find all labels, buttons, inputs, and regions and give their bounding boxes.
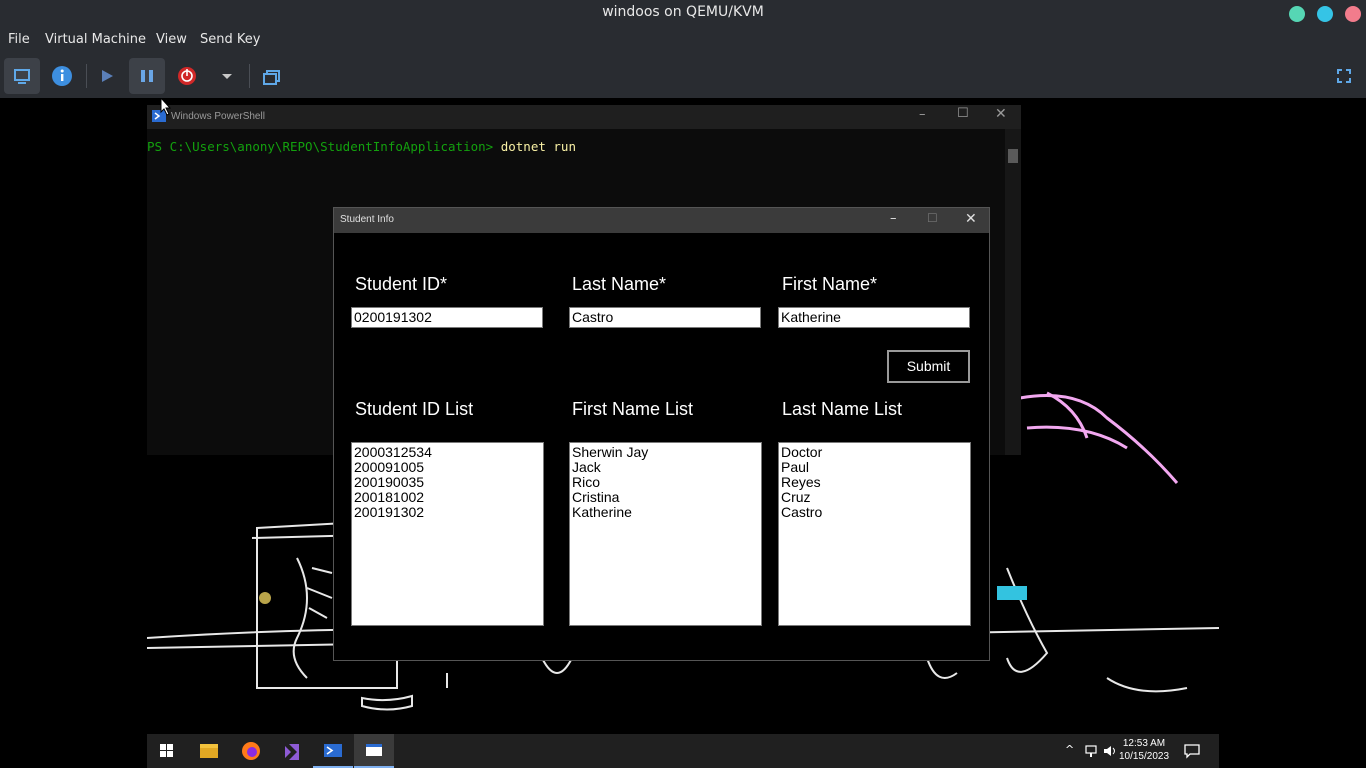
firefox-icon bbox=[242, 742, 260, 760]
menu-virtual-machine[interactable]: Virtual Machine bbox=[45, 32, 146, 47]
powershell-scroll-thumb[interactable] bbox=[1008, 149, 1018, 163]
list-item[interactable]: Rico bbox=[572, 475, 759, 490]
list-item[interactable]: Reyes bbox=[781, 475, 968, 490]
console-button[interactable] bbox=[4, 58, 40, 94]
list-item[interactable]: 200091005 bbox=[354, 460, 541, 475]
visual-studio-taskbar-button[interactable] bbox=[272, 734, 312, 768]
minimize-window-button[interactable] bbox=[1289, 6, 1305, 22]
file-explorer-taskbar-button[interactable] bbox=[189, 734, 229, 768]
student-id-input[interactable]: 0200191302 bbox=[351, 307, 543, 328]
host-menu-bar: File Virtual Machine View Send Key bbox=[0, 26, 1366, 54]
mouse-cursor-icon bbox=[160, 98, 172, 116]
shutdown-menu-chevron-icon bbox=[222, 74, 232, 79]
list-item[interactable]: 200181002 bbox=[354, 490, 541, 505]
list-item[interactable]: Paul bbox=[781, 460, 968, 475]
student-info-window-title: Student Info bbox=[340, 214, 394, 225]
list-item[interactable]: 200190035 bbox=[354, 475, 541, 490]
first-name-input[interactable]: Katherine bbox=[778, 307, 970, 328]
first-name-listbox[interactable]: Sherwin Jay Jack Rico Cristina Katherine bbox=[569, 442, 762, 626]
host-title-bar: windoos on QEMU/KVM bbox=[0, 0, 1366, 26]
taskbar-date: 10/15/2023 bbox=[1118, 751, 1170, 762]
ps-minimize-button[interactable]: – bbox=[919, 107, 926, 122]
action-center-icon[interactable] bbox=[1183, 742, 1201, 760]
host-toolbar bbox=[0, 54, 1366, 98]
si-close-button[interactable]: ✕ bbox=[965, 211, 977, 227]
vm-display[interactable]: Windows PowerShell – ☐ ✕ PS C:\Users\ano… bbox=[0, 98, 1366, 768]
host-window-title: windoos on QEMU/KVM bbox=[602, 4, 764, 20]
fullscreen-button[interactable] bbox=[1326, 58, 1362, 94]
powershell-scrollbar[interactable] bbox=[1005, 129, 1021, 455]
last-name-listbox[interactable]: Doctor Paul Reyes Cruz Castro bbox=[778, 442, 971, 626]
student-id-label: Student ID* bbox=[355, 274, 448, 294]
details-button[interactable] bbox=[44, 58, 80, 94]
snapshots-button[interactable] bbox=[254, 58, 290, 94]
powershell-taskbar-button[interactable] bbox=[313, 734, 353, 768]
powershell-taskbar-icon bbox=[324, 744, 342, 757]
console-icon bbox=[14, 69, 30, 84]
windows-start-icon bbox=[160, 744, 173, 757]
guest-taskbar: ^ 12:53 AM 10/15/2023 bbox=[147, 734, 1219, 768]
student-id-listbox[interactable]: 2000312534 200091005 200190035 200181002… bbox=[351, 442, 544, 626]
student-info-window[interactable]: Student Info – ☐ ✕ Student ID* Last Name… bbox=[333, 207, 990, 661]
menu-view[interactable]: View bbox=[156, 32, 187, 47]
menu-file[interactable]: File bbox=[8, 32, 30, 47]
pause-icon bbox=[141, 70, 153, 82]
taskbar-clock[interactable]: 12:53 AM 10/15/2023 bbox=[1114, 737, 1174, 763]
list-item[interactable]: 2000312534 bbox=[354, 445, 541, 460]
si-minimize-button[interactable]: – bbox=[890, 211, 897, 226]
taskbar-time: 12:53 AM bbox=[1122, 738, 1166, 749]
list-item[interactable]: 200191302 bbox=[354, 505, 541, 520]
powershell-window-title: Windows PowerShell bbox=[171, 111, 265, 122]
visual-studio-icon bbox=[285, 744, 299, 760]
ps-maximize-button[interactable]: ☐ bbox=[957, 106, 969, 121]
powershell-title-bar: Windows PowerShell – ☐ ✕ bbox=[147, 105, 1021, 129]
last-name-list-label: Last Name List bbox=[782, 399, 903, 419]
firefox-taskbar-button[interactable] bbox=[231, 734, 271, 768]
first-name-list-label: First Name List bbox=[572, 399, 694, 419]
powershell-prompt: PS C:\Users\anony\REPO\StudentInfoApplic… bbox=[147, 139, 501, 154]
student-info-title-bar: Student Info – ☐ ✕ bbox=[334, 208, 989, 233]
show-hidden-icons-chevron-icon[interactable]: ^ bbox=[1065, 743, 1074, 756]
powershell-command: dotnet run bbox=[500, 139, 576, 154]
pause-button[interactable] bbox=[129, 58, 165, 94]
toolbar-separator bbox=[86, 64, 87, 88]
student-info-taskbar-button[interactable] bbox=[354, 734, 394, 768]
fullscreen-icon bbox=[1337, 69, 1351, 83]
list-item[interactable]: Katherine bbox=[572, 505, 759, 520]
shutdown-menu-button[interactable] bbox=[209, 58, 245, 94]
network-icon[interactable] bbox=[1083, 743, 1099, 759]
first-name-label: First Name* bbox=[782, 274, 878, 294]
list-item[interactable]: Cristina bbox=[572, 490, 759, 505]
snapshots-icon bbox=[263, 70, 280, 85]
shutdown-icon bbox=[178, 67, 196, 85]
toolbar-separator bbox=[249, 64, 250, 88]
last-name-input[interactable]: Castro bbox=[569, 307, 761, 328]
list-item[interactable]: Cruz bbox=[781, 490, 968, 505]
list-item[interactable]: Sherwin Jay bbox=[572, 445, 759, 460]
student-info-taskbar-icon bbox=[366, 744, 382, 756]
close-window-button[interactable] bbox=[1345, 6, 1361, 22]
ps-close-button[interactable]: ✕ bbox=[995, 106, 1007, 122]
shutdown-button[interactable] bbox=[169, 58, 205, 94]
list-item[interactable]: Jack bbox=[572, 460, 759, 475]
si-maximize-button: ☐ bbox=[927, 211, 938, 225]
powershell-command-line[interactable]: PS C:\Users\anony\REPO\StudentInfoApplic… bbox=[147, 139, 576, 154]
list-item[interactable]: Doctor bbox=[781, 445, 968, 460]
menu-send-key[interactable]: Send Key bbox=[200, 32, 260, 47]
last-name-label: Last Name* bbox=[572, 274, 667, 294]
maximize-window-button[interactable] bbox=[1317, 6, 1333, 22]
student-id-list-label: Student ID List bbox=[355, 399, 474, 419]
start-button[interactable] bbox=[147, 734, 187, 768]
run-icon bbox=[102, 70, 113, 82]
list-item[interactable]: Castro bbox=[781, 505, 968, 520]
file-explorer-icon bbox=[200, 744, 218, 758]
submit-button[interactable]: Submit bbox=[887, 350, 970, 383]
run-button[interactable] bbox=[89, 58, 125, 94]
details-info-icon bbox=[52, 66, 72, 86]
